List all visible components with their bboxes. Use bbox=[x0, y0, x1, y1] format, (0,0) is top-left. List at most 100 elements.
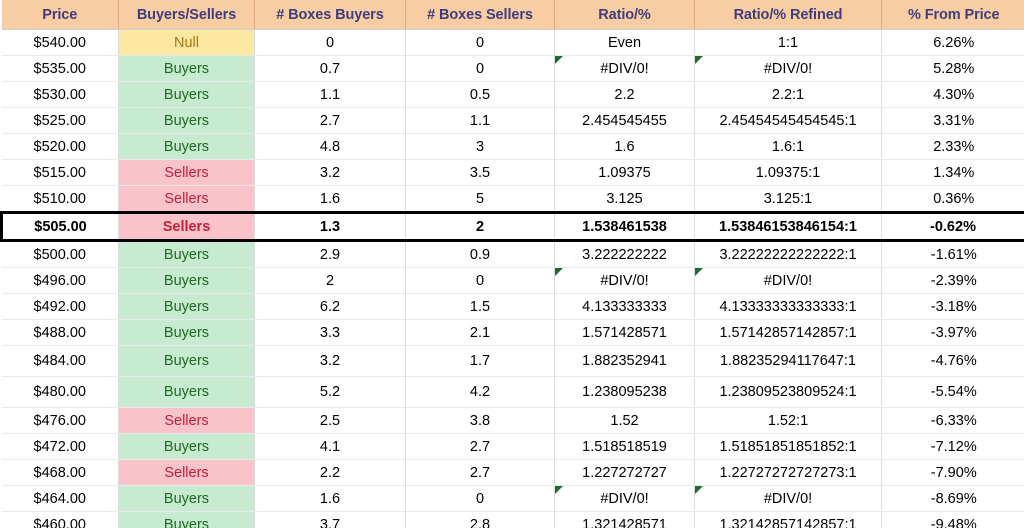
cell-boxes-buyers[interactable]: 2 bbox=[254, 267, 406, 294]
cell-boxes-buyers[interactable]: 1.6 bbox=[254, 485, 406, 512]
cell-ratio[interactable]: #DIV/0! bbox=[554, 55, 695, 82]
cell-boxes-buyers[interactable]: 2.9 bbox=[254, 240, 406, 268]
cell-ratio-refined[interactable]: 1.52:1 bbox=[694, 407, 882, 434]
cell-pct-from-price[interactable]: -6.33% bbox=[881, 407, 1024, 434]
table-row[interactable]: $480.00 Buyers 5.2 4.2 1.238095238 1.23809523… bbox=[1, 376, 1024, 408]
cell-price[interactable]: $530.00 bbox=[1, 81, 119, 108]
cell-pct-from-price[interactable]: -3.97% bbox=[881, 319, 1024, 346]
cell-ratio-refined[interactable]: 1.23809523809524:1 bbox=[694, 376, 882, 408]
column-header-ratio-refined[interactable]: Ratio/% Refined bbox=[694, 0, 882, 30]
cell-signal[interactable]: Buyers bbox=[118, 319, 255, 346]
cell-boxes-buyers[interactable]: 4.8 bbox=[254, 133, 406, 160]
cell-boxes-buyers[interactable]: 3.2 bbox=[254, 345, 406, 377]
table-row[interactable]: $468.00 Sellers 2.2 2.7 1.227272727 1.2272727… bbox=[1, 459, 1024, 486]
cell-ratio-refined[interactable]: #DIV/0! bbox=[694, 55, 882, 82]
cell-price[interactable]: $520.00 bbox=[1, 133, 119, 160]
cell-price[interactable]: $464.00 bbox=[1, 485, 119, 512]
cell-boxes-sellers[interactable]: 1.5 bbox=[405, 293, 555, 320]
cell-boxes-buyers[interactable]: 5.2 bbox=[254, 376, 406, 408]
cell-signal[interactable]: Buyers bbox=[118, 81, 255, 108]
cell-price[interactable]: $476.00 bbox=[1, 407, 119, 434]
cell-boxes-sellers[interactable]: 0 bbox=[405, 485, 555, 512]
table-row[interactable]: $520.00 Buyers 4.8 3 1.6 1.6:1 2.33% bbox=[1, 133, 1024, 160]
cell-ratio[interactable]: 1.571428571 bbox=[554, 319, 695, 346]
cell-ratio[interactable]: 3.222222222 bbox=[554, 240, 695, 268]
cell-ratio[interactable]: 3.125 bbox=[554, 185, 695, 213]
cell-signal[interactable]: Sellers bbox=[118, 407, 255, 434]
cell-ratio[interactable]: #DIV/0! bbox=[554, 267, 695, 294]
cell-boxes-buyers[interactable]: 3.2 bbox=[254, 159, 406, 186]
cell-pct-from-price[interactable]: -1.61% bbox=[881, 240, 1024, 268]
cell-ratio-refined[interactable]: 1.57142857142857:1 bbox=[694, 319, 882, 346]
cell-boxes-buyers[interactable]: 1.6 bbox=[254, 185, 406, 213]
cell-price[interactable]: $460.00 bbox=[1, 511, 119, 528]
column-header-signal[interactable]: Buyers/Sellers bbox=[118, 0, 255, 30]
cell-signal[interactable]: Buyers bbox=[118, 55, 255, 82]
cell-signal[interactable]: Buyers bbox=[118, 240, 255, 268]
cell-boxes-sellers[interactable]: 3.8 bbox=[405, 407, 555, 434]
cell-ratio-refined[interactable]: 1.53846153846154:1 bbox=[694, 211, 882, 242]
table-row[interactable]: $535.00 Buyers 0.7 0 #DIV/0! #DIV/0! 5.28% bbox=[1, 55, 1024, 82]
cell-boxes-sellers[interactable]: 0.9 bbox=[405, 240, 555, 268]
cell-ratio-refined[interactable]: 1.6:1 bbox=[694, 133, 882, 160]
cell-signal[interactable]: Buyers bbox=[118, 267, 255, 294]
cell-signal[interactable]: Buyers bbox=[118, 511, 255, 528]
cell-boxes-buyers[interactable]: 3.7 bbox=[254, 511, 406, 528]
cell-ratio-refined[interactable]: 1.51851851851852:1 bbox=[694, 433, 882, 460]
cell-boxes-sellers[interactable]: 2 bbox=[405, 211, 555, 242]
cell-pct-from-price[interactable]: 6.26% bbox=[881, 29, 1024, 56]
cell-boxes-sellers[interactable]: 0 bbox=[405, 29, 555, 56]
cell-ratio[interactable]: 1.227272727 bbox=[554, 459, 695, 486]
cell-pct-from-price[interactable]: -2.39% bbox=[881, 267, 1024, 294]
table-row[interactable]: $500.00 Buyers 2.9 0.9 3.222222222 3.22222222… bbox=[1, 240, 1024, 268]
cell-boxes-buyers[interactable]: 2.7 bbox=[254, 107, 406, 134]
cell-boxes-sellers[interactable]: 2.1 bbox=[405, 319, 555, 346]
cell-ratio-refined[interactable]: 1.32142857142857:1 bbox=[694, 511, 882, 528]
cell-pct-from-price[interactable]: -5.54% bbox=[881, 376, 1024, 408]
cell-boxes-buyers[interactable]: 2.2 bbox=[254, 459, 406, 486]
table-row[interactable]: $496.00 Buyers 2 0 #DIV/0! #DIV/0! -2.39% bbox=[1, 267, 1024, 294]
cell-ratio-refined[interactable]: #DIV/0! bbox=[694, 267, 882, 294]
cell-pct-from-price[interactable]: -0.62% bbox=[881, 211, 1024, 242]
cell-pct-from-price[interactable]: -4.76% bbox=[881, 345, 1024, 377]
table-row[interactable]: $476.00 Sellers 2.5 3.8 1.52 1.52:1 -6.33% bbox=[1, 407, 1024, 434]
cell-ratio[interactable]: 1.321428571 bbox=[554, 511, 695, 528]
cell-boxes-sellers[interactable]: 4.2 bbox=[405, 376, 555, 408]
cell-ratio-refined[interactable]: 3.22222222222222:1 bbox=[694, 240, 882, 268]
cell-ratio[interactable]: 1.518518519 bbox=[554, 433, 695, 460]
cell-ratio[interactable]: 1.52 bbox=[554, 407, 695, 434]
cell-price[interactable]: $500.00 bbox=[1, 240, 119, 268]
cell-ratio[interactable]: Even bbox=[554, 29, 695, 56]
table-row[interactable]: $484.00 Buyers 3.2 1.7 1.882352941 1.88235294… bbox=[1, 345, 1024, 377]
cell-boxes-sellers[interactable]: 2.7 bbox=[405, 459, 555, 486]
cell-boxes-buyers[interactable]: 3.3 bbox=[254, 319, 406, 346]
cell-price[interactable]: $510.00 bbox=[1, 185, 119, 213]
cell-boxes-sellers[interactable]: 2.7 bbox=[405, 433, 555, 460]
table-row[interactable]: $505.00 Sellers 1.3 2 1.538461538 1.538461538… bbox=[0, 211, 1024, 242]
cell-signal[interactable]: Buyers bbox=[118, 485, 255, 512]
cell-price[interactable]: $488.00 bbox=[1, 319, 119, 346]
column-header-price[interactable]: Price bbox=[1, 0, 119, 30]
cell-boxes-buyers[interactable]: 2.5 bbox=[254, 407, 406, 434]
table-row[interactable]: $488.00 Buyers 3.3 2.1 1.571428571 1.57142857… bbox=[1, 319, 1024, 346]
cell-signal[interactable]: Buyers bbox=[118, 433, 255, 460]
cell-signal[interactable]: Buyers bbox=[118, 107, 255, 134]
cell-ratio-refined[interactable]: 1.88235294117647:1 bbox=[694, 345, 882, 377]
cell-ratio[interactable]: 1.238095238 bbox=[554, 376, 695, 408]
cell-signal[interactable]: Sellers bbox=[118, 459, 255, 486]
cell-signal[interactable]: Buyers bbox=[118, 293, 255, 320]
table-row[interactable]: $460.00 Buyers 3.7 2.8 1.321428571 1.32142857… bbox=[1, 511, 1024, 528]
cell-pct-from-price[interactable]: -9.48% bbox=[881, 511, 1024, 528]
cell-boxes-buyers[interactable]: 1.1 bbox=[254, 81, 406, 108]
column-header-boxes-buyers[interactable]: # Boxes Buyers bbox=[254, 0, 406, 30]
cell-boxes-buyers[interactable]: 1.3 bbox=[254, 211, 406, 242]
cell-pct-from-price[interactable]: -8.69% bbox=[881, 485, 1024, 512]
cell-ratio-refined[interactable]: 2.2:1 bbox=[694, 81, 882, 108]
cell-price[interactable]: $525.00 bbox=[1, 107, 119, 134]
cell-boxes-sellers[interactable]: 1.7 bbox=[405, 345, 555, 377]
cell-price[interactable]: $535.00 bbox=[1, 55, 119, 82]
cell-boxes-sellers[interactable]: 0 bbox=[405, 55, 555, 82]
cell-price[interactable]: $484.00 bbox=[1, 345, 119, 377]
cell-boxes-buyers[interactable]: 4.1 bbox=[254, 433, 406, 460]
cell-price[interactable]: $515.00 bbox=[1, 159, 119, 186]
